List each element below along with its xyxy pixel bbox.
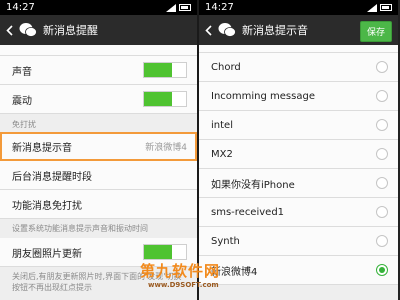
- back-arrow-icon[interactable]: [6, 23, 16, 37]
- status-bar: 14:27: [0, 0, 197, 15]
- tone-value: 新浪微博4: [145, 142, 187, 153]
- new-message-tone-row[interactable]: 新消息提示音 新浪微博4: [0, 132, 197, 161]
- tone-option[interactable]: Chord: [199, 53, 398, 82]
- wechat-logo-icon: [19, 23, 37, 37]
- moments-label: 朋友圈照片更新: [12, 248, 82, 260]
- save-button[interactable]: 保存: [359, 21, 392, 42]
- vibrate-toggle[interactable]: [143, 91, 187, 107]
- settings-list: 声音 震动 免打扰 新消息提示音 新浪微博4 后台消息提醒时段 功能消息免打扰 …: [0, 45, 197, 297]
- function-dnd-label: 功能消息免打扰: [12, 200, 82, 212]
- vibrate-label: 震动: [12, 95, 32, 107]
- tone-radio[interactable]: [376, 90, 388, 102]
- moments-toggle[interactable]: [143, 244, 187, 260]
- battery-icon: [179, 4, 191, 11]
- status-time: 14:27: [6, 2, 35, 13]
- title-bar: 新消息提示音 保存: [199, 15, 398, 45]
- sound-label: 声音: [12, 66, 32, 78]
- tone-option[interactable]: 如果你没有iPhone: [199, 169, 398, 198]
- function-dnd-row[interactable]: 功能消息免打扰: [0, 190, 197, 219]
- tone-radio[interactable]: [376, 206, 388, 218]
- tone-option-label: MX2: [211, 148, 233, 160]
- status-bar: 14:27: [199, 0, 398, 15]
- moments-update-row[interactable]: 朋友圈照片更新: [0, 238, 197, 267]
- tone-option-label: 新浪微博4: [211, 266, 258, 278]
- tone-list: Chord Incomming message intel MX2 如果你没有i…: [199, 45, 398, 285]
- status-icons: [367, 3, 392, 12]
- tone-option[interactable]: MX2: [199, 140, 398, 169]
- partial-row: [0, 45, 197, 56]
- moments-hint: 关闭后,有朋友更新照片时,界面下面的'发现'切换按钮不再出现红点提示: [12, 272, 182, 292]
- tone-label: 新消息提示音: [12, 142, 72, 154]
- wechat-logo-icon: [218, 23, 236, 37]
- page-title: 新消息提醒: [43, 24, 98, 37]
- tone-radio[interactable]: [376, 61, 388, 73]
- right-phone-screen: 14:27 新消息提示音 保存 Chord Incomming message …: [199, 0, 398, 300]
- signal-icon: [367, 3, 377, 12]
- status-time: 14:27: [205, 2, 234, 13]
- sound-row[interactable]: 声音: [0, 56, 197, 85]
- title-bar: 新消息提醒: [0, 15, 197, 45]
- function-dnd-hint: 设置系统功能消息提示声音和振动时间: [12, 224, 148, 233]
- partial-row: [199, 45, 398, 53]
- tone-option[interactable]: sms-received1: [199, 198, 398, 227]
- left-phone-screen: 14:27 新消息提醒 声音 震动 免打扰 新消息提示音 新浪微博4 后台消息提…: [0, 0, 199, 300]
- tone-option-label: Incomming message: [211, 90, 315, 102]
- page-title: 新消息提示音: [242, 24, 308, 37]
- tone-option-label: sms-received1: [211, 206, 285, 218]
- tone-option-label: Synth: [211, 235, 240, 247]
- status-icons: [166, 3, 191, 12]
- tone-radio[interactable]: [376, 235, 388, 247]
- tone-option-label: Chord: [211, 61, 241, 73]
- back-arrow-icon[interactable]: [205, 23, 215, 37]
- tone-option[interactable]: 新浪微博4: [199, 256, 398, 285]
- tone-option[interactable]: Incomming message: [199, 82, 398, 111]
- signal-icon: [166, 3, 176, 12]
- vibrate-row[interactable]: 震动: [0, 85, 197, 114]
- tone-radio[interactable]: [376, 264, 388, 276]
- background-period-row[interactable]: 后台消息提醒时段: [0, 161, 197, 190]
- tone-option-label: 如果你没有iPhone: [211, 179, 295, 191]
- tone-option[interactable]: Synth: [199, 227, 398, 256]
- tone-option-label: intel: [211, 119, 233, 131]
- tone-radio[interactable]: [376, 148, 388, 160]
- battery-icon: [380, 4, 392, 11]
- screenshot-stage: 14:27 新消息提醒 声音 震动 免打扰 新消息提示音 新浪微博4 后台消息提…: [0, 0, 400, 300]
- tone-option[interactable]: intel: [199, 111, 398, 140]
- sound-toggle[interactable]: [143, 62, 187, 78]
- dnd-section-header: 免打扰: [12, 120, 36, 129]
- tone-radio[interactable]: [376, 119, 388, 131]
- background-period-label: 后台消息提醒时段: [12, 171, 92, 183]
- tone-radio[interactable]: [376, 177, 388, 189]
